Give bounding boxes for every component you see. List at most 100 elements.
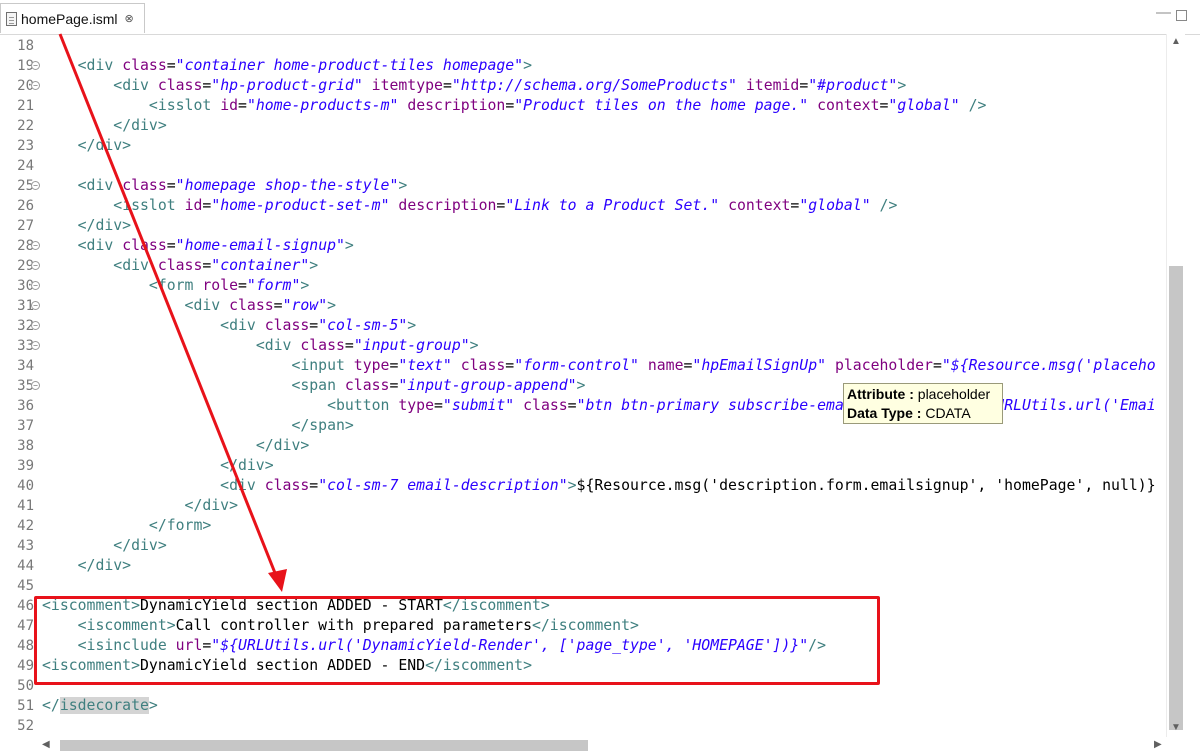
code-token: = [442, 77, 452, 94]
maximize-icon[interactable] [1176, 10, 1187, 21]
line-number: 42 [17, 518, 34, 534]
code-token: "col-sm-7 email-description" [318, 477, 568, 494]
code-token: description [407, 97, 506, 114]
line-number: 51 [17, 698, 34, 714]
minimize-icon[interactable]: — [1156, 4, 1171, 21]
fold-toggle-icon[interactable]: − [31, 281, 40, 290]
code-text: <isslot id="home-product-set-m" descript… [42, 196, 897, 216]
code-token: = [273, 297, 283, 314]
vertical-scroll-thumb[interactable] [1169, 266, 1183, 730]
scroll-right-icon[interactable]: ▶ [1154, 739, 1162, 750]
fold-toggle-icon[interactable]: − [31, 381, 40, 390]
code-text: </div> [42, 216, 131, 236]
tab-homepage-isml[interactable]: homePage.isml ⊗ [0, 3, 145, 33]
fold-toggle-icon[interactable]: − [31, 241, 40, 250]
code-token: "container home-product-tiles homepage" [175, 57, 524, 74]
code-token: <isslot [148, 97, 221, 114]
code-token: </div> [77, 137, 132, 154]
tooltip-attribute-value: placeholder [917, 386, 991, 402]
scroll-left-icon[interactable]: ◀ [42, 739, 50, 750]
code-token: <span [291, 377, 345, 394]
code-token: isdecorate [59, 697, 149, 714]
close-icon[interactable]: ⊗ [125, 12, 134, 25]
code-token: <div [113, 77, 158, 94]
line-number: 52 [17, 718, 34, 734]
code-token: id [184, 197, 203, 214]
code-token: "home-email-signup" [175, 237, 345, 254]
fold-toggle-icon[interactable]: − [31, 261, 40, 270]
horizontal-scrollbar[interactable]: ◀ ▶ [38, 737, 1166, 753]
code-token: ${Resource.msg('description.form.emailsi… [576, 477, 1156, 494]
code-token: = [505, 97, 515, 114]
code-text: <div class="container"> [42, 256, 318, 276]
line-number: 44 [17, 558, 34, 574]
line-number: 29 [17, 258, 34, 274]
fold-toggle-icon[interactable]: − [31, 181, 40, 190]
code-token: "home-products-m" [246, 97, 399, 114]
code-token: = [344, 337, 354, 354]
code-text: </isdecorate> [42, 696, 158, 716]
code-token: </div> [255, 437, 310, 454]
scroll-down-icon[interactable]: ▼ [1171, 722, 1181, 733]
code-token: class [229, 297, 274, 314]
code-token: type [353, 357, 390, 374]
scroll-up-icon[interactable]: ▲ [1171, 36, 1181, 47]
code-token: class [344, 377, 390, 394]
code-token: "http://schema.org/SomeProducts" [451, 77, 737, 94]
code-token: > [398, 177, 408, 194]
line-number: 27 [17, 218, 34, 234]
line-number: 22 [17, 118, 34, 134]
fold-toggle-icon[interactable]: − [31, 321, 40, 330]
code-token: > [897, 77, 907, 94]
code-token: = [496, 197, 506, 214]
line-number: 18 [17, 38, 34, 54]
line-number: 41 [17, 498, 34, 514]
code-text: <div class="input-group"> [42, 336, 479, 356]
fold-toggle-icon[interactable]: − [31, 301, 40, 310]
code-token: "hp-product-grid" [211, 77, 363, 94]
fold-toggle-icon[interactable]: − [31, 341, 40, 350]
code-token: > [344, 237, 354, 254]
vertical-scrollbar[interactable]: ▲ ▼ [1166, 34, 1185, 737]
line-number: 31 [17, 298, 34, 314]
code-token: </div> [113, 537, 167, 554]
code-text: </div> [42, 456, 274, 476]
horizontal-scroll-thumb[interactable] [60, 740, 588, 751]
code-token: "input-group" [353, 337, 470, 354]
code-token: "row" [282, 297, 328, 314]
code-text: <form role="form"> [42, 276, 309, 296]
code-token: = [166, 57, 176, 74]
code-token: <div [184, 297, 230, 314]
code-token: "input-group-append" [398, 377, 577, 394]
code-token: = [505, 357, 515, 374]
code-token: description [398, 197, 497, 214]
code-token: </div> [220, 457, 274, 474]
code-token: class [157, 77, 203, 94]
fold-toggle-icon[interactable]: − [31, 81, 40, 90]
code-token: > [300, 277, 310, 294]
code-token: = [166, 237, 176, 254]
line-number: 35 [17, 378, 34, 394]
code-token: > [523, 57, 533, 74]
line-number: 43 [17, 538, 34, 554]
code-text: <div class="col-sm-7 email-description">… [42, 476, 1156, 496]
code-token: </ [42, 697, 60, 714]
fold-toggle-icon[interactable]: − [31, 61, 40, 70]
line-number: 50 [17, 678, 34, 694]
code-token: <input [291, 357, 354, 374]
